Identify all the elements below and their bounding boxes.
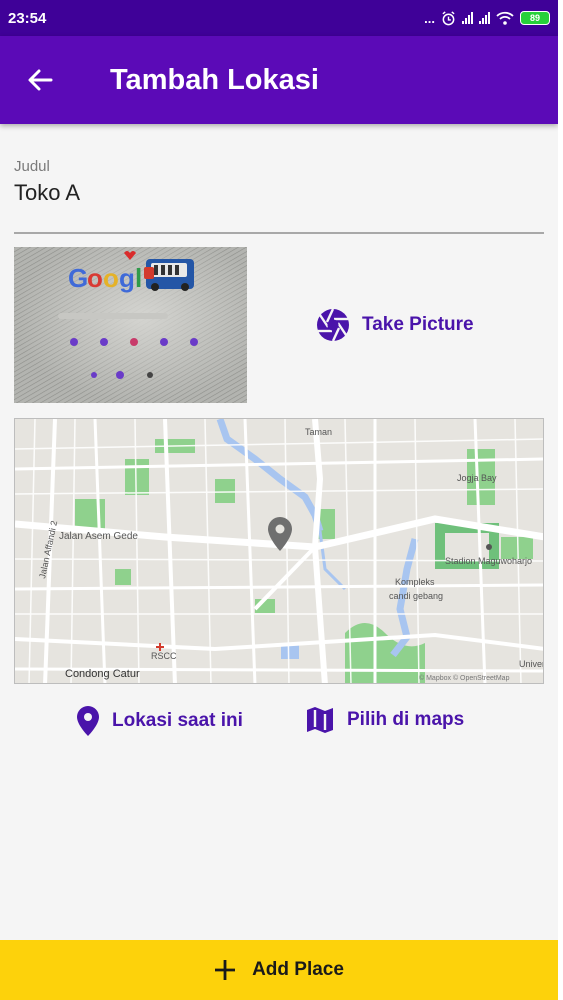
map-label-komplek: Kompleks bbox=[395, 577, 435, 587]
map-label-taman: Taman bbox=[305, 427, 332, 437]
svg-text:o: o bbox=[87, 263, 103, 293]
map-preview[interactable]: Taman Jogja Bay Jalan Asem Gede Stadion … bbox=[14, 418, 544, 684]
screen: 23:54 ... 89 Tambah Lokasi Judul Toko A … bbox=[0, 0, 558, 1000]
svg-text:G: G bbox=[68, 263, 88, 293]
current-location-button[interactable]: Lokasi saat ini bbox=[76, 705, 243, 737]
map-label-candi: candi gebang bbox=[389, 591, 443, 601]
add-place-button[interactable]: Add Place bbox=[0, 940, 558, 1000]
status-time: 23:54 bbox=[8, 9, 47, 27]
map-image: Taman Jogja Bay Jalan Asem Gede Stadion … bbox=[15, 419, 544, 683]
map-attribution: © Mapbox © OpenStreetMap bbox=[419, 674, 510, 682]
svg-text:l: l bbox=[135, 263, 142, 293]
screen-edge bbox=[558, 0, 563, 1000]
photo-preview: G o o g l bbox=[14, 247, 247, 403]
plus-icon bbox=[215, 960, 236, 980]
title-input[interactable] bbox=[14, 180, 544, 206]
map-icon bbox=[307, 707, 333, 733]
page-title: Tambah Lokasi bbox=[110, 63, 319, 96]
take-picture-label: Take Picture bbox=[362, 314, 474, 335]
back-button[interactable] bbox=[0, 36, 80, 124]
pick-on-map-button[interactable]: Pilih di maps bbox=[305, 705, 464, 735]
title-field-underline bbox=[14, 232, 544, 234]
title-field-label: Judul bbox=[14, 158, 50, 175]
app-bar: Tambah Lokasi bbox=[0, 36, 558, 124]
status-icons: ... 89 bbox=[424, 11, 550, 26]
arrow-left-icon bbox=[28, 69, 53, 91]
map-label-condong: Condong Catur bbox=[65, 668, 140, 680]
signal-icon-1 bbox=[462, 12, 473, 24]
camera-shutter-icon bbox=[317, 308, 349, 342]
battery-icon: 89 bbox=[520, 11, 550, 25]
alarm-icon bbox=[442, 10, 455, 25]
current-location-label: Lokasi saat ini bbox=[112, 710, 243, 731]
more-notifications-icon: ... bbox=[424, 10, 435, 26]
title-field: Judul bbox=[14, 158, 544, 234]
map-label-rscc: RSCC bbox=[151, 651, 177, 661]
signal-icon-2 bbox=[479, 12, 490, 24]
take-picture-button[interactable]: Take Picture bbox=[316, 308, 474, 342]
map-label-jogja-bay: Jogja Bay bbox=[457, 473, 497, 483]
location-pin-icon bbox=[77, 706, 99, 736]
map-label-stadion: Stadion Maguwoharjo bbox=[445, 556, 532, 566]
wifi-icon bbox=[496, 11, 514, 25]
svg-text:g: g bbox=[119, 263, 135, 293]
svg-text:o: o bbox=[103, 263, 119, 293]
map-label-jalan-asem: Jalan Asem Gede bbox=[59, 531, 138, 542]
add-place-label: Add Place bbox=[252, 959, 344, 980]
map-label-univ: Univer bbox=[519, 659, 544, 669]
status-bar: 23:54 ... 89 bbox=[0, 0, 558, 36]
pick-on-map-label: Pilih di maps bbox=[347, 709, 465, 730]
photo-image: G o o g l bbox=[14, 247, 247, 403]
